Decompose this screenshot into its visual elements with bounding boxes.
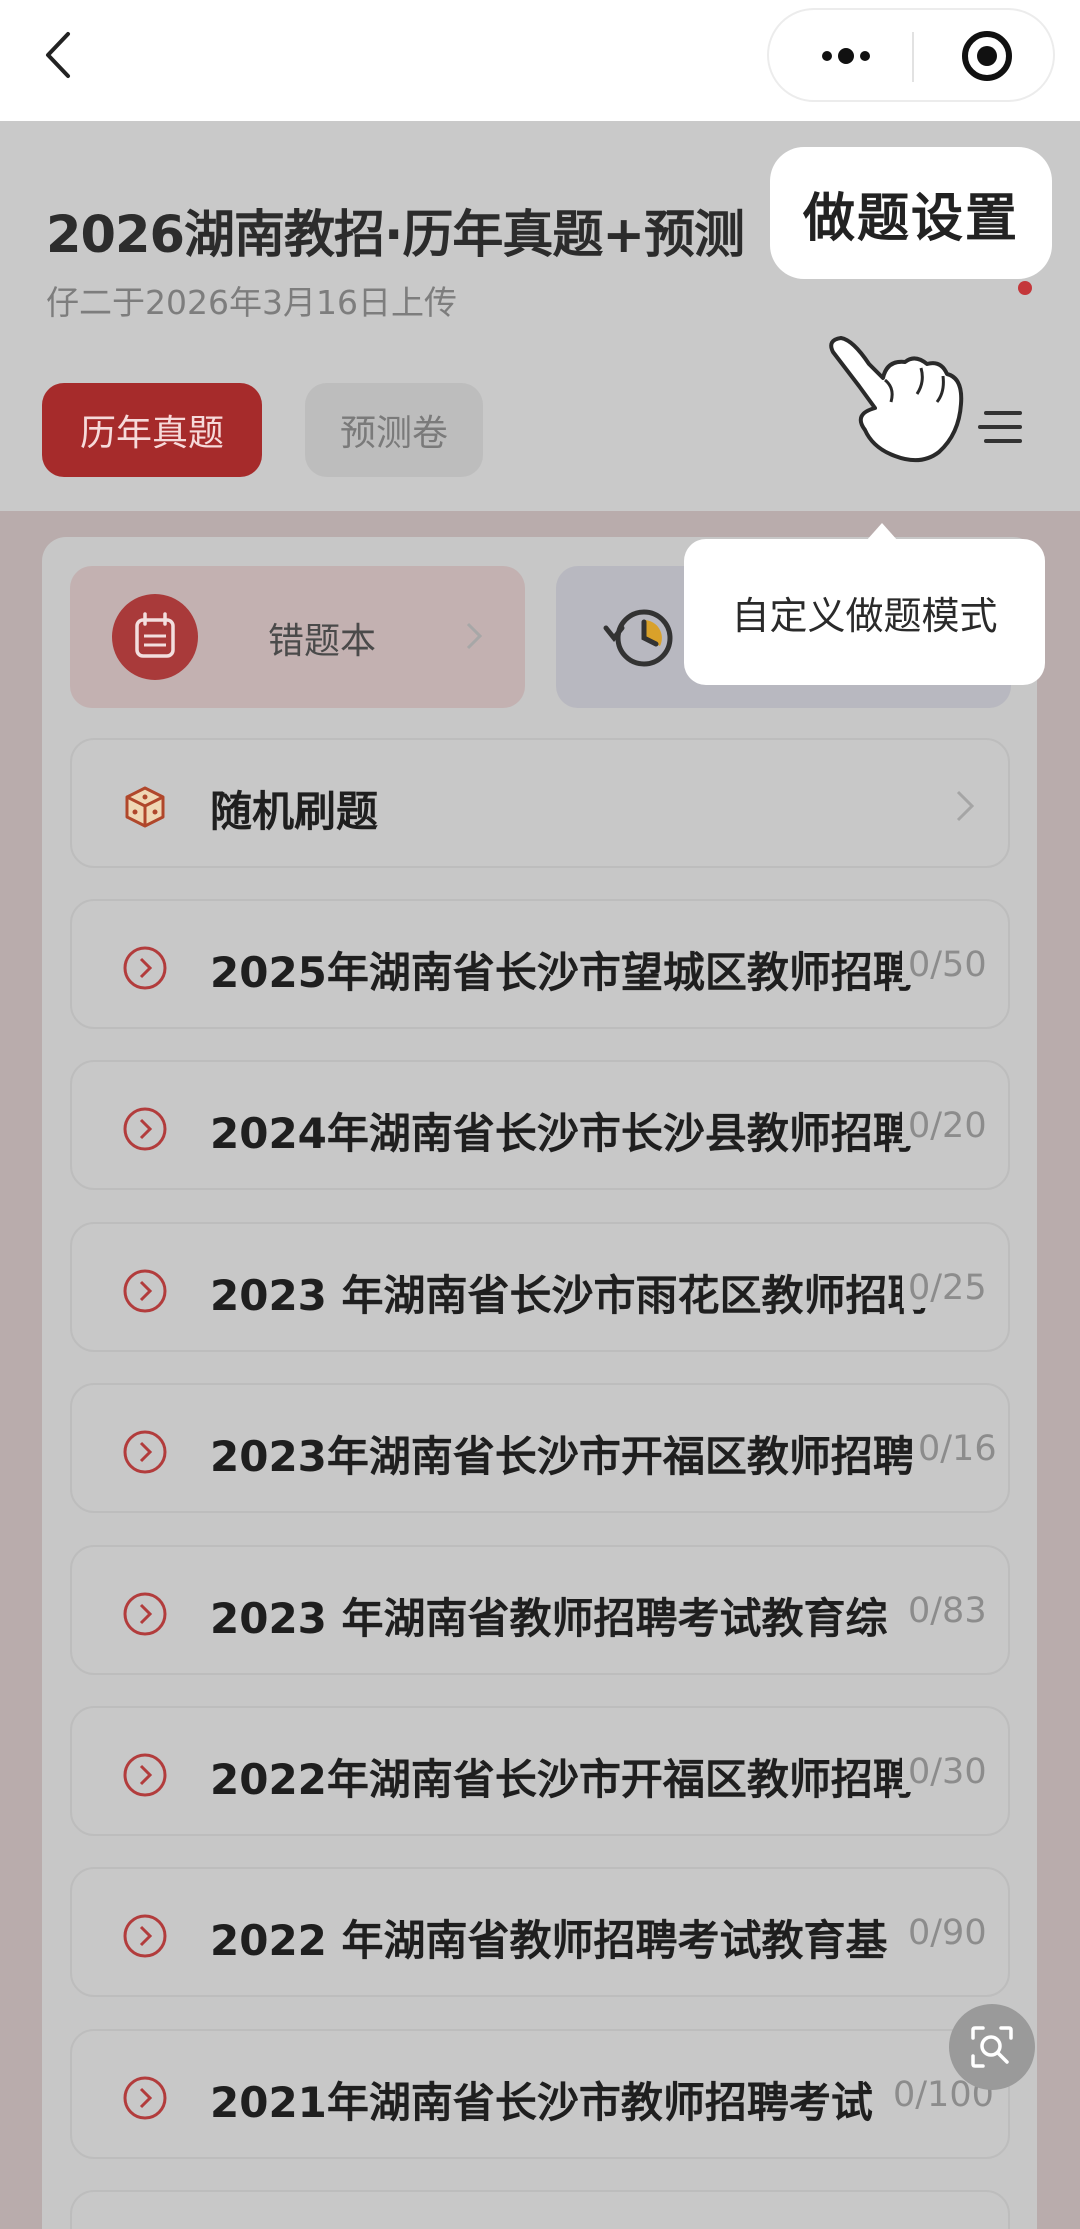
quiz-settings-guide-label: 做题设置 — [770, 147, 1052, 279]
play-circle-icon — [123, 2076, 167, 2120]
chevron-right-icon — [466, 622, 483, 650]
wrong-book-icon-bg — [112, 594, 198, 680]
paper-title: 2023年湖南省长沙市开福区教师招聘 — [210, 1432, 915, 1481]
tab-prediction[interactable]: 预测卷 — [305, 383, 483, 477]
play-circle-icon — [123, 1107, 167, 1151]
play-circle-icon — [123, 1592, 167, 1636]
custom-mode-tooltip: 自定义做题模式 — [684, 539, 1045, 685]
paper-row[interactable]: 2023 年湖南省教师招聘考试教育综 0/83 — [70, 1545, 1010, 1675]
image-search-button[interactable] — [949, 2004, 1035, 2090]
scan-search-icon — [971, 2026, 1013, 2068]
top-navbar — [0, 0, 1080, 121]
pointing-hand-icon — [829, 336, 964, 463]
paper-row[interactable]: 2024年湖南省长沙市长沙县教师招聘 0/20 — [70, 1060, 1010, 1190]
paper-progress: 0/83 — [902, 1591, 987, 1631]
random-practice-label: 随机刷题 — [210, 787, 379, 836]
paper-title: 2022 年湖南省教师招聘考试教育基 — [210, 1916, 888, 1965]
random-practice-row[interactable]: 随机刷题 — [70, 738, 1010, 868]
paper-progress: 0/50 — [902, 945, 987, 985]
more-dots-icon — [822, 48, 870, 64]
paper-title: 2023 年湖南省长沙市雨花区教师招聘 — [210, 1271, 930, 1320]
paper-row[interactable]: 2023年湖南省长沙市开福区教师招聘 0/16 — [70, 1383, 1010, 1513]
calendar-book-icon — [135, 612, 175, 658]
capsule-divider — [912, 32, 914, 82]
target-circle-icon — [962, 31, 1012, 81]
upload-info: 仔二于2026年3月16日上传 — [46, 283, 457, 322]
play-circle-icon — [123, 1914, 167, 1958]
paper-row[interactable]: 2021年湖南省长沙市教师招聘考试 0/100 — [70, 2029, 1010, 2159]
chevron-left-icon — [46, 32, 70, 78]
paper-row[interactable]: 2025年湖南省长沙市望城区教师招聘 0/50 — [70, 899, 1010, 1029]
play-circle-icon — [123, 1430, 167, 1474]
wrong-book-label: 错题本 — [268, 621, 377, 662]
back-button[interactable] — [40, 30, 76, 80]
miniprogram-capsule — [767, 8, 1055, 102]
paper-title: 2025年湖南省长沙市望城区教师招聘 — [210, 948, 915, 997]
play-circle-icon — [123, 946, 167, 990]
paper-row[interactable]: 2022年湖南省长沙市开福区教师招聘 0/30 — [70, 1706, 1010, 1836]
notification-dot — [1018, 281, 1032, 295]
paper-title: 2023 年湖南省教师招聘考试教育综 — [210, 1594, 888, 1643]
paper-row[interactable]: 2023 年湖南省长沙市雨花区教师招聘 0/25 — [70, 1222, 1010, 1352]
paper-row[interactable]: 2022 年湖南省教师招聘考试教育基 0/90 — [70, 1867, 1010, 1997]
settings-menu-button[interactable] — [970, 391, 1030, 461]
chevron-right-icon — [956, 790, 975, 822]
wrong-book-card[interactable]: 错题本 — [70, 566, 525, 708]
dice-icon — [125, 786, 165, 828]
paper-title: 2022年湖南省长沙市开福区教师招聘 — [210, 1755, 915, 1804]
paper-title: 2024年湖南省长沙市长沙县教师招聘 — [210, 1109, 915, 1158]
paper-progress: 0/20 — [902, 1106, 987, 1146]
paper-progress: 0/90 — [902, 1913, 987, 1953]
menu-lines-icon — [978, 411, 1022, 443]
page-title: 2026湖南教招·历年真题+预测 — [46, 206, 745, 265]
play-circle-icon — [123, 1269, 167, 1313]
history-clock-icon — [603, 609, 673, 667]
tab-past-exams[interactable]: 历年真题 — [42, 383, 262, 477]
paper-progress: 0/16 — [912, 1429, 997, 1469]
close-miniprogram-button[interactable] — [937, 10, 1037, 100]
more-button[interactable] — [799, 10, 889, 100]
paper-progress: 0/30 — [902, 1752, 987, 1792]
paper-progress: 0/25 — [902, 1268, 987, 1308]
paper-row-partial[interactable] — [70, 2190, 1010, 2229]
play-circle-icon — [123, 1753, 167, 1797]
paper-title: 2021年湖南省长沙市教师招聘考试 — [210, 2078, 873, 2127]
